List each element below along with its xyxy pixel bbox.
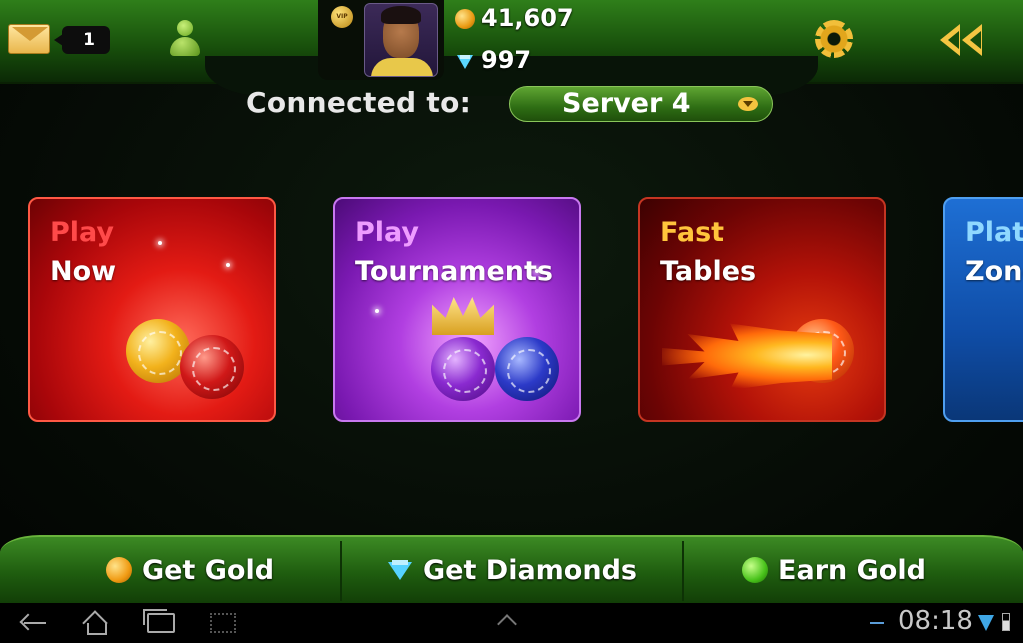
green-coin-icon [742, 557, 769, 583]
home-nav-icon[interactable] [80, 611, 110, 635]
mail-icon[interactable] [8, 24, 50, 54]
sparkle [158, 241, 162, 245]
avatar[interactable] [364, 3, 438, 77]
screenshot-icon[interactable] [210, 613, 236, 633]
notification-dash [870, 622, 884, 624]
game-lobby: 1 VIP 41,607 997 Connected to: Server 4 … [0, 0, 1023, 603]
gold-coin-icon [105, 557, 132, 583]
sparkle [535, 269, 539, 273]
blue-chip-icon [495, 337, 559, 401]
sparkle [375, 309, 379, 313]
mail-count-badge[interactable]: 1 [54, 26, 110, 54]
bottom-bar: Get Gold Get Diamonds Earn Gold [0, 535, 1023, 603]
back-double-chevron-icon[interactable] [940, 22, 992, 58]
battery-icon [1002, 613, 1010, 631]
chevron-down-icon [738, 97, 758, 111]
card-title-line1: Plati [965, 217, 1023, 248]
back-chevron-left [940, 24, 960, 56]
purple-chip-icon [431, 337, 495, 401]
card-title-line2: Zone [965, 256, 1023, 287]
card-title-line1: Fast [660, 217, 725, 248]
chevron-up-icon[interactable] [497, 614, 517, 634]
friends-icon-head [177, 20, 193, 36]
server-dropdown[interactable]: Server 4 [509, 86, 773, 122]
back-nav-icon[interactable] [20, 613, 46, 633]
card-title-line1: Play [50, 217, 115, 248]
earn-gold-button[interactable]: Earn Gold [684, 537, 984, 603]
red-chip-icon [180, 335, 244, 399]
earn-gold-label: Earn Gold [778, 554, 926, 586]
gold-balance: 41,607 [481, 4, 574, 32]
system-nav-bar: 08:18 [0, 603, 1023, 643]
recent-apps-icon[interactable] [143, 609, 175, 633]
card-title-line2: Tournaments [355, 256, 554, 287]
avatar-hair [381, 6, 421, 24]
back-chevron-right [962, 24, 982, 56]
get-diamonds-label: Get Diamonds [423, 554, 637, 586]
get-gold-button[interactable]: Get Gold [40, 537, 340, 603]
get-diamonds-button[interactable]: Get Diamonds [342, 537, 682, 603]
friends-icon[interactable] [168, 20, 202, 60]
diamond-icon [457, 55, 473, 69]
diamond-icon [387, 557, 413, 583]
friends-icon-body [170, 37, 200, 56]
play-now-card[interactable]: Play Now [28, 197, 276, 422]
card-title-line1: Play [355, 217, 420, 248]
platinum-zone-card[interactable]: Plati Zone [943, 197, 1023, 422]
gear-icon[interactable] [815, 20, 853, 58]
get-gold-label: Get Gold [141, 554, 275, 586]
diamond-balance: 997 [481, 46, 532, 74]
connected-to-label: Connected to: [246, 86, 472, 119]
fast-tables-card[interactable]: Fast Tables [638, 197, 886, 422]
server-selected-value: Server 4 [562, 88, 691, 119]
gold-coin-icon [455, 9, 475, 29]
wifi-icon [978, 615, 994, 631]
card-title-line2: Now [50, 256, 117, 287]
system-clock[interactable]: 08:18 [898, 606, 973, 636]
card-title-line2: Tables [660, 256, 757, 287]
vip-badge: VIP [331, 6, 353, 28]
sparkle [226, 263, 230, 267]
avatar-shirt [371, 58, 433, 76]
